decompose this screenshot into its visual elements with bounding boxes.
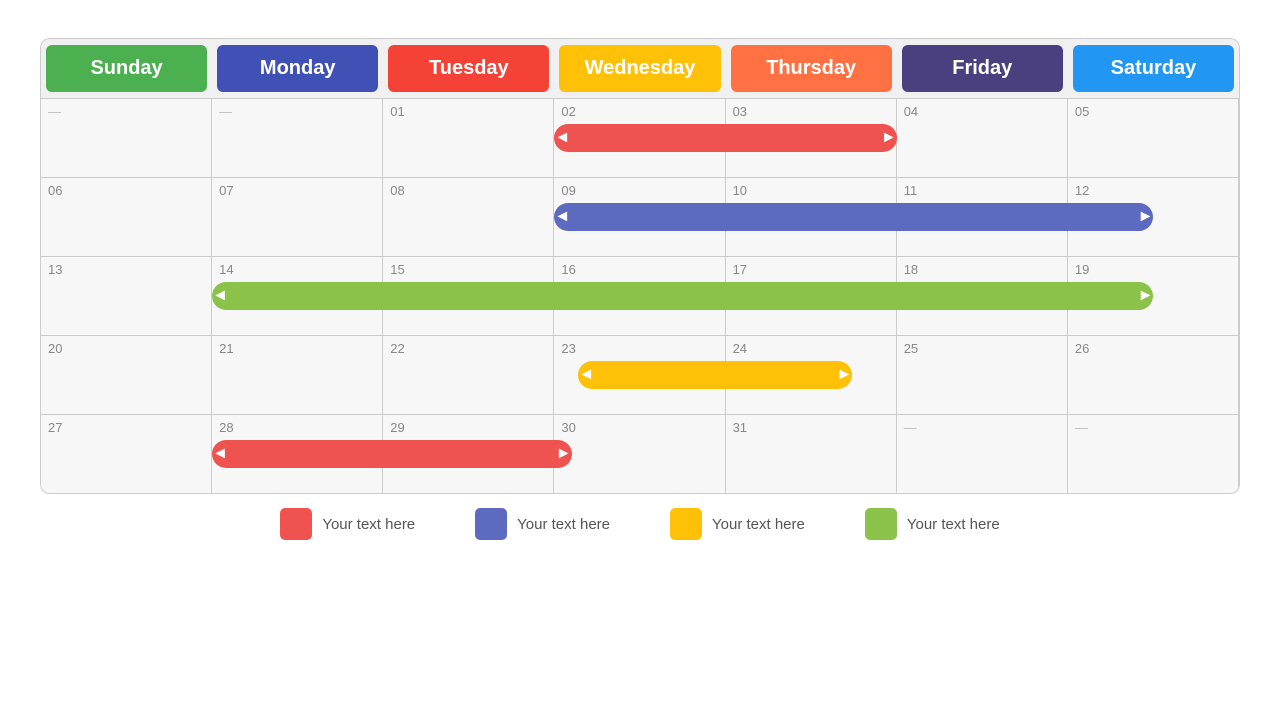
day-header-sunday: Sunday bbox=[46, 45, 207, 92]
day-cell: 13 bbox=[41, 257, 212, 335]
day-header-saturday: Saturday bbox=[1073, 45, 1234, 92]
day-cell: — bbox=[41, 99, 212, 177]
timeline-bar: ◄► bbox=[578, 361, 852, 389]
day-cell: 21 bbox=[212, 336, 383, 414]
legend-color-2 bbox=[670, 508, 702, 540]
day-cell: 04 bbox=[897, 99, 1068, 177]
day-cell: 27 bbox=[41, 415, 212, 493]
timeline-bar: ◄► bbox=[554, 124, 896, 152]
bar-arrow-right: ► bbox=[1138, 208, 1154, 226]
bar-arrow-left: ◄ bbox=[212, 287, 228, 305]
week-row-2: 13141516171819◄► bbox=[41, 256, 1239, 335]
bar-arrow-left: ◄ bbox=[578, 366, 594, 384]
legend-item-3: Your text here bbox=[865, 508, 1000, 540]
day-cell: 31 bbox=[726, 415, 897, 493]
bar-arrow-left: ◄ bbox=[554, 129, 570, 147]
legend-item-0: Your text here bbox=[280, 508, 415, 540]
day-cell: — bbox=[897, 415, 1068, 493]
day-header-tuesday: Tuesday bbox=[388, 45, 549, 92]
day-header-thursday: Thursday bbox=[731, 45, 892, 92]
bar-arrow-right: ► bbox=[1138, 287, 1154, 305]
day-cell: 30 bbox=[554, 415, 725, 493]
day-headers: SundayMondayTuesdayWednesdayThursdayFrid… bbox=[41, 39, 1239, 98]
day-header-friday: Friday bbox=[902, 45, 1063, 92]
bar-arrow-right: ► bbox=[556, 445, 572, 463]
bar-arrow-left: ◄ bbox=[554, 208, 570, 226]
timeline-bar: ◄► bbox=[554, 203, 1153, 231]
day-cell: 20 bbox=[41, 336, 212, 414]
day-cell: 07 bbox=[212, 178, 383, 256]
day-cell: — bbox=[212, 99, 383, 177]
legend-color-0 bbox=[280, 508, 312, 540]
legend-color-3 bbox=[865, 508, 897, 540]
day-cell: 26 bbox=[1068, 336, 1239, 414]
legend-label-3: Your text here bbox=[907, 516, 1000, 533]
day-cell: 08 bbox=[383, 178, 554, 256]
calendar: SundayMondayTuesdayWednesdayThursdayFrid… bbox=[40, 38, 1240, 494]
bar-arrow-right: ► bbox=[881, 129, 897, 147]
legend-label-0: Your text here bbox=[322, 516, 415, 533]
day-cell: 25 bbox=[897, 336, 1068, 414]
day-header-wednesday: Wednesday bbox=[559, 45, 720, 92]
day-cell: 01 bbox=[383, 99, 554, 177]
legend-item-1: Your text here bbox=[475, 508, 610, 540]
bar-arrow-left: ◄ bbox=[212, 445, 228, 463]
legend: Your text here Your text here Your text he… bbox=[40, 508, 1240, 540]
day-header-monday: Monday bbox=[217, 45, 378, 92]
week-row-0: ——0102030405◄► bbox=[41, 98, 1239, 177]
day-cell: 22 bbox=[383, 336, 554, 414]
bar-arrow-right: ► bbox=[836, 366, 852, 384]
day-cell: — bbox=[1068, 415, 1239, 493]
timeline-bar: ◄► bbox=[212, 282, 1153, 310]
day-cell: 05 bbox=[1068, 99, 1239, 177]
legend-item-2: Your text here bbox=[670, 508, 805, 540]
legend-label-1: Your text here bbox=[517, 516, 610, 533]
week-row-1: 06070809101112◄► bbox=[41, 177, 1239, 256]
timeline-bar: ◄► bbox=[212, 440, 571, 468]
week-row-4: 2728293031——◄► bbox=[41, 414, 1239, 493]
day-cell: 06 bbox=[41, 178, 212, 256]
weeks: ——0102030405◄►06070809101112◄►1314151617… bbox=[41, 98, 1239, 493]
legend-color-1 bbox=[475, 508, 507, 540]
legend-label-2: Your text here bbox=[712, 516, 805, 533]
week-row-3: 20212223242526◄► bbox=[41, 335, 1239, 414]
